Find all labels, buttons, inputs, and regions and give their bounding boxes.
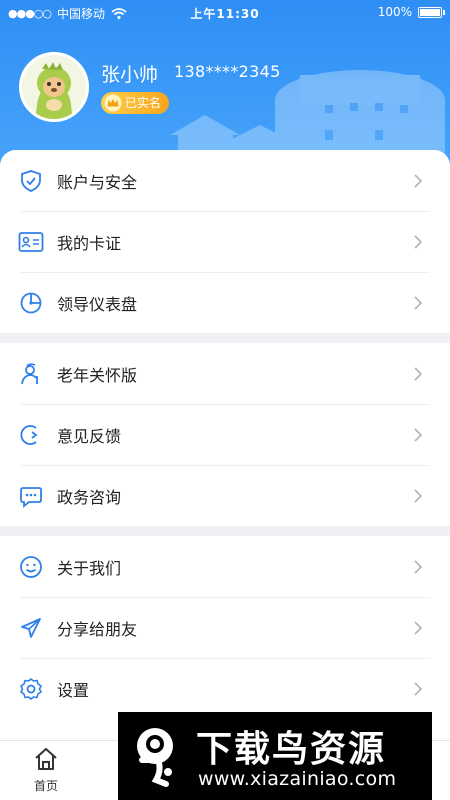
dinosaur-avatar-icon [22, 55, 86, 119]
tab-home-label: 首页 [33, 779, 58, 793]
menu-item-settings[interactable]: 设置 [0, 658, 450, 719]
chevron-right-icon [414, 234, 423, 249]
watermark-overlay: 下载鸟资源 www.xiazainiao.com [118, 712, 432, 800]
menu-item-label: 我的卡证 [57, 233, 122, 253]
settings-gear-icon [18, 676, 44, 702]
menu-item-label: 设置 [57, 680, 90, 700]
elderly-care-icon [18, 361, 44, 387]
chevron-right-icon [414, 427, 423, 442]
menu-item-label: 分享给朋友 [57, 619, 138, 639]
menu-item-label: 政务咨询 [57, 487, 122, 507]
menu-item-share[interactable]: 分享给朋友 [0, 597, 450, 658]
menu-item-account-security[interactable]: 账户与安全 [0, 150, 450, 211]
menu-card: 账户与安全 我的卡证 领导仪表盘 老年关怀版 意见反馈 政务咨询 关于我们 分享… [0, 150, 450, 740]
chevron-right-icon [414, 366, 423, 381]
home-icon [35, 748, 57, 770]
menu-item-feedback[interactable]: 意见反馈 [0, 404, 450, 465]
verified-badge: 已实名 [101, 92, 170, 114]
menu-group-general: 关于我们 分享给朋友 设置 [0, 536, 450, 719]
watermark-url: www.xiazainiao.com [198, 768, 397, 790]
battery-icon [418, 6, 445, 18]
verified-badge-label: 已实名 [125, 96, 162, 110]
chevron-right-icon [414, 681, 423, 696]
user-name: 张小帅 [101, 64, 159, 86]
feedback-icon [18, 422, 44, 448]
tab-home[interactable]: 首页 [24, 747, 68, 794]
chat-icon [18, 483, 44, 509]
menu-item-elderly-mode[interactable]: 老年关怀版 [0, 343, 450, 404]
crown-icon [104, 94, 122, 112]
status-bar: ●●●○○ 中国移动 上午11:30 100% [0, 0, 450, 26]
chevron-right-icon [414, 559, 423, 574]
menu-item-my-cards[interactable]: 我的卡证 [0, 211, 450, 272]
watermark-title: 下载鸟资源 [196, 729, 387, 770]
section-divider [0, 333, 450, 343]
dashboard-icon [18, 290, 44, 316]
battery-percent: 100% [377, 5, 412, 19]
menu-item-label: 意见反馈 [57, 426, 122, 446]
user-phone: 138****2345 [174, 62, 281, 81]
menu-item-label: 老年关怀版 [57, 365, 138, 385]
section-divider [0, 526, 450, 536]
chevron-right-icon [414, 488, 423, 503]
share-icon [18, 615, 44, 641]
menu-item-dashboard[interactable]: 领导仪表盘 [0, 272, 450, 333]
menu-item-consultation[interactable]: 政务咨询 [0, 465, 450, 526]
menu-item-label: 关于我们 [57, 558, 122, 578]
menu-group-account: 账户与安全 我的卡证 领导仪表盘 [0, 150, 450, 333]
chevron-right-icon [414, 295, 423, 310]
menu-item-label: 领导仪表盘 [57, 294, 138, 314]
chevron-right-icon [414, 173, 423, 188]
user-avatar[interactable] [19, 52, 89, 122]
smile-icon [18, 554, 44, 580]
id-card-icon [18, 229, 44, 255]
menu-group-services: 老年关怀版 意见反馈 政务咨询 [0, 343, 450, 526]
menu-item-about-us[interactable]: 关于我们 [0, 536, 450, 597]
menu-item-label: 账户与安全 [57, 172, 138, 192]
chevron-right-icon [414, 620, 423, 635]
bird-logo-icon [128, 722, 186, 790]
shield-check-icon [18, 168, 44, 194]
